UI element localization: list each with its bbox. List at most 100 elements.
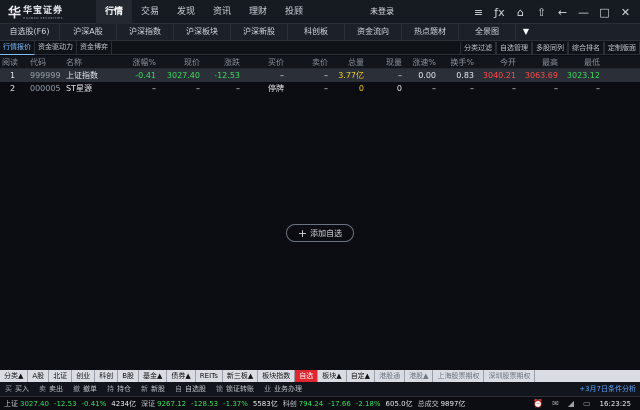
- cancel-order-button[interactable]: 撤撤单: [68, 384, 102, 394]
- col-read[interactable]: 阅读: [2, 56, 18, 69]
- transfer-button[interactable]: 锁锁证转账: [211, 384, 259, 394]
- sell-button[interactable]: 卖卖出: [34, 384, 68, 394]
- col-bid[interactable]: 买价: [244, 56, 284, 69]
- col-volume[interactable]: 总量: [326, 56, 364, 69]
- sz-price: 9267.12: [157, 399, 187, 408]
- tab-new-shares[interactable]: 沪深新股: [231, 24, 288, 40]
- alarm-icon[interactable]: ⏰: [533, 399, 543, 408]
- btab-hk[interactable]: 港股▲: [405, 370, 434, 382]
- add-watchlist-label: 添加自选: [310, 228, 343, 238]
- maximize-icon[interactable]: □: [594, 6, 615, 19]
- btab-chinext[interactable]: 创业: [72, 370, 96, 382]
- row-change: -12.53: [214, 71, 240, 80]
- tab-panorama[interactable]: 全景图: [459, 24, 516, 40]
- category-more-icon[interactable]: ▼: [516, 24, 536, 40]
- cancel-icon: 撤: [73, 385, 80, 393]
- sub-tabs: 行情报价 资金驱动力 资金博弈 分类过滤 自选管理 多股同列 综合排名 定制版面: [0, 40, 640, 55]
- kc-price: 794.24: [298, 399, 324, 408]
- sh-label: 上证: [4, 399, 18, 408]
- subtab-fund-game[interactable]: 资金博弈: [77, 41, 112, 54]
- table-row[interactable]: 1 999999 上证指数 -0.41 3027.40 -12.53 – – 3…: [0, 69, 640, 82]
- subtab-fund-drive[interactable]: 资金驱动力: [35, 41, 77, 54]
- new-shares-button[interactable]: 新新股: [136, 384, 170, 394]
- btab-a-shares[interactable]: A股: [28, 370, 50, 382]
- tab-watchlist[interactable]: 自选股(F6): [0, 24, 60, 40]
- sell-icon: 卖: [39, 385, 46, 393]
- btab-star[interactable]: 科创: [95, 370, 119, 382]
- signal-icon[interactable]: ◢: [568, 399, 574, 408]
- status-icons: ⏰ ✉ ◢ ▭ 16:23:25: [529, 399, 636, 408]
- col-high[interactable]: 最高: [516, 56, 558, 69]
- ranking-button[interactable]: 综合排名: [568, 41, 604, 55]
- tab-a-shares[interactable]: 沪深A股: [60, 24, 117, 40]
- watchlist-manage-button[interactable]: 自选管理: [496, 41, 532, 55]
- monitor-icon[interactable]: ▭: [583, 399, 591, 408]
- table-row[interactable]: 2 000005 ST星源 – – – 停牌 – 0 0 – – – – –: [0, 82, 640, 95]
- positions-button[interactable]: 持持仓: [102, 384, 136, 394]
- filter-button[interactable]: 分类过滤: [460, 41, 496, 55]
- btab-neeq[interactable]: 新三板▲: [223, 370, 259, 382]
- btab-bonds[interactable]: 债券▲: [167, 370, 196, 382]
- row-high: 3063.69: [524, 71, 558, 80]
- col-chg-pct[interactable]: 涨幅%: [116, 56, 156, 69]
- title-bar: 华 华宝证券 HUABAO SECURITIES 行情 交易 发现 资讯 理财 …: [0, 0, 640, 24]
- col-open[interactable]: 今开: [474, 56, 516, 69]
- upload-icon[interactable]: ⇧: [531, 6, 552, 19]
- nav-market[interactable]: 行情: [96, 0, 132, 24]
- menu-icon[interactable]: ≡: [468, 6, 489, 19]
- top-nav: 行情 交易 发现 资讯 理财 投顾: [96, 0, 312, 24]
- col-name[interactable]: 名称: [66, 56, 82, 69]
- col-change[interactable]: 涨跌: [200, 56, 240, 69]
- btab-sectors[interactable]: 板块▲: [318, 370, 347, 382]
- watchlist-button[interactable]: 自自选股: [170, 384, 211, 394]
- btab-category[interactable]: 分类▲: [0, 370, 29, 382]
- btab-reits[interactable]: REITs: [196, 370, 223, 382]
- row-name: 上证指数: [66, 71, 98, 80]
- tab-fund-flow[interactable]: 资金流向: [345, 24, 402, 40]
- services-button[interactable]: 业业务办理: [259, 384, 307, 394]
- tab-star-market[interactable]: 科创板: [288, 24, 345, 40]
- col-speed[interactable]: 涨速%: [398, 56, 436, 69]
- col-turnover[interactable]: 换手%: [434, 56, 474, 69]
- home-icon[interactable]: ⌂: [510, 6, 531, 19]
- tab-hot-topics[interactable]: 热点题材: [402, 24, 459, 40]
- formula-icon[interactable]: ƒx: [489, 6, 510, 19]
- minimize-icon[interactable]: —: [573, 6, 594, 19]
- message-icon[interactable]: ✉: [552, 399, 559, 408]
- btab-funds[interactable]: 基金▲: [139, 370, 168, 382]
- btab-hk-connect[interactable]: 港股通: [375, 370, 406, 382]
- close-icon[interactable]: ✕: [615, 6, 636, 19]
- row-bid: –: [280, 71, 284, 80]
- col-cur-vol[interactable]: 现量: [364, 56, 402, 69]
- back-icon[interactable]: ←: [552, 6, 573, 19]
- login-link[interactable]: 未登录: [370, 0, 394, 24]
- btab-beijing[interactable]: 北证: [49, 370, 73, 382]
- col-low[interactable]: 最低: [558, 56, 600, 69]
- col-ask[interactable]: 卖价: [288, 56, 328, 69]
- tab-sectors[interactable]: 沪深板块: [174, 24, 231, 40]
- btab-custom[interactable]: 自定▲: [347, 370, 376, 382]
- col-price[interactable]: 现价: [160, 56, 200, 69]
- buy-button[interactable]: 买买入: [0, 384, 34, 394]
- btab-sz-options[interactable]: 深圳股票期权: [484, 370, 536, 382]
- nav-wealth[interactable]: 理财: [240, 0, 276, 24]
- btab-sh-options[interactable]: 上海股票期权: [433, 370, 485, 382]
- nav-advisor[interactable]: 投顾: [276, 0, 312, 24]
- tab-indices[interactable]: 沪深指数: [117, 24, 174, 40]
- nav-discover[interactable]: 发现: [168, 0, 204, 24]
- btab-sector-index[interactable]: 板块指数: [258, 370, 296, 382]
- total-label: 总成交: [417, 399, 439, 408]
- watchlist-icon: 自: [175, 385, 182, 393]
- condition-analysis-link[interactable]: +3月7日条件分析: [579, 384, 636, 394]
- nav-news[interactable]: 资讯: [204, 0, 240, 24]
- multi-stock-button[interactable]: 多股同列: [532, 41, 568, 55]
- col-code[interactable]: 代码: [30, 56, 46, 69]
- buy-icon: 买: [5, 385, 12, 393]
- add-watchlist-button[interactable]: + 添加自选: [286, 224, 354, 242]
- logo-english: HUABAO SECURITIES: [23, 16, 63, 20]
- btab-watchlist[interactable]: 自选: [295, 370, 319, 382]
- custom-layout-button[interactable]: 定制版面: [604, 41, 640, 55]
- btab-b-shares[interactable]: B股: [118, 370, 139, 382]
- subtab-quotes[interactable]: 行情报价: [0, 40, 35, 55]
- nav-trade[interactable]: 交易: [132, 0, 168, 24]
